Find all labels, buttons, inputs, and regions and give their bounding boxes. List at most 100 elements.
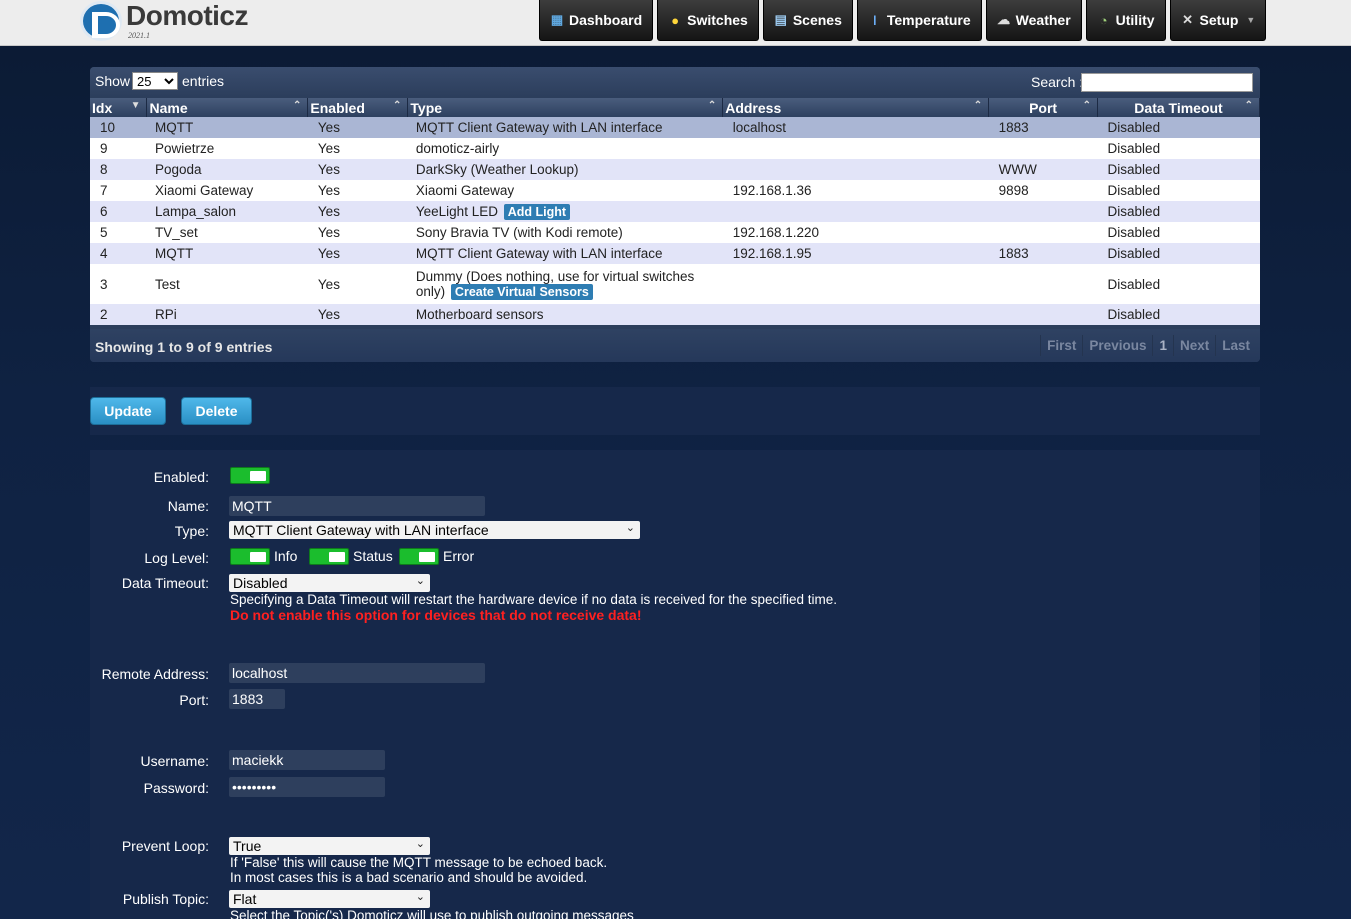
type-action-button[interactable]: Create Virtual Sensors [450, 283, 593, 300]
data-timeout-select[interactable]: Disabled ⌄ [229, 574, 430, 592]
nav-dashboard[interactable]: ▦ Dashboard [539, 0, 654, 41]
address-cell: 192.168.1.95 [722, 243, 989, 264]
nav-scenes[interactable]: ▤ Scenes [762, 0, 853, 41]
table-row[interactable]: 2 RPi Yes Motherboard sensors Disabled [90, 304, 1260, 325]
name-cell-text: RPi [154, 307, 177, 322]
nav-weather[interactable]: ☁ Weather [985, 0, 1082, 41]
page-number-button[interactable]: 1 [1152, 335, 1173, 356]
column-header-idx[interactable]: Idx ▼ [90, 98, 148, 117]
data-timeout-warning: Do not enable this option for devices th… [230, 607, 642, 623]
enabled-cell: Yes [307, 243, 408, 264]
nav-label: Scenes [792, 12, 842, 28]
search-input[interactable] [1081, 73, 1253, 92]
name-input[interactable] [229, 496, 485, 516]
address-cell-text: 192.168.1.36 [732, 183, 812, 198]
idx-cell-text: 7 [100, 183, 108, 198]
log-info-toggle[interactable] [230, 548, 270, 565]
table-row[interactable]: 3 Test Yes Dummy (Does nothing, use for vir… [90, 264, 1260, 304]
nav-label: Temperature [886, 12, 971, 28]
column-header-enabled[interactable]: Enabled ⌃ [307, 98, 409, 117]
sort-icon: ⌃ [707, 100, 717, 111]
port-cell: 1883 [988, 243, 1098, 264]
table-row[interactable]: 4 MQTT Yes MQTT Client Gateway with LAN int… [90, 243, 1260, 264]
table-header-row: Idx ▼ Name ⌃ Enabled ⌃ Type ⌃ Address ⌃ Port ⌃… [90, 98, 1260, 117]
nav-temperature[interactable]: ǀ Temperature [856, 0, 982, 41]
name-cell: TV_set [146, 222, 308, 243]
name-label: Name: [167, 498, 209, 514]
page-next-button[interactable]: Next [1172, 335, 1215, 356]
nav-label: Switches [687, 12, 748, 28]
name-cell: MQTT [146, 117, 308, 138]
enabled-cell-text: Yes [317, 120, 340, 135]
type-cell-text: MQTT Client Gateway with LAN interface [415, 246, 663, 261]
pagination: First Previous 1 Next Last [1040, 335, 1256, 356]
table-row[interactable]: 8 Pogoda Yes DarkSky (Weather Lookup) WWW Dis… [90, 159, 1260, 180]
data-timeout-cell: Disabled [1097, 159, 1260, 180]
type-action-button[interactable]: Add Light [503, 203, 571, 220]
enabled-toggle[interactable] [230, 467, 270, 484]
hardware-table: Idx ▼ Name ⌃ Enabled ⌃ Type ⌃ Address ⌃ Port ⌃… [90, 98, 1260, 325]
nav-setup[interactable]: ✕ Setup ▼ [1169, 0, 1267, 41]
remote-address-input[interactable] [229, 663, 485, 683]
sort-icon: ⌃ [973, 100, 983, 111]
data-timeout-cell-text: Disabled [1107, 204, 1161, 219]
column-header-name[interactable]: Name ⌃ [146, 98, 309, 117]
data-timeout-value: Disabled [233, 575, 288, 591]
idx-cell: 10 [90, 117, 147, 138]
page-previous-button[interactable]: Previous [1082, 335, 1152, 356]
delete-button[interactable]: Delete [181, 397, 252, 425]
port-cell-text: 9898 [998, 183, 1029, 198]
address-cell-text: 192.168.1.95 [732, 246, 812, 261]
entries-per-page-select[interactable]: 25 [132, 72, 178, 90]
brand-name[interactable]: Domoticz [126, 0, 249, 32]
table-row[interactable]: 5 TV_set Yes Sony Bravia TV (with Kodi remo… [90, 222, 1260, 243]
enabled-cell: Yes [307, 180, 408, 201]
page-first-button[interactable]: First [1040, 335, 1082, 356]
nav-switches[interactable]: ● Switches [657, 0, 759, 41]
brand-version: 2021.1 [128, 31, 150, 40]
show-label: Show [95, 73, 131, 89]
column-header-type[interactable]: Type ⌃ [407, 98, 724, 117]
type-cell-text: DarkSky (Weather Lookup) [415, 162, 579, 177]
name-cell-text: Pogoda [154, 162, 202, 177]
enabled-cell: Yes [307, 304, 408, 325]
type-cell: DarkSky (Weather Lookup) [407, 159, 723, 180]
prevent-loop-label: Prevent Loop: [121, 838, 209, 854]
address-cell: localhost [722, 117, 989, 138]
nav-label: Weather [1015, 12, 1071, 28]
name-cell: Xiaomi Gateway [146, 180, 308, 201]
data-timeout-cell: Disabled [1097, 222, 1260, 243]
port-input[interactable] [229, 689, 285, 709]
sort-icon: ⌃ [393, 100, 402, 111]
column-header-data-timeout[interactable]: Data Timeout ⌃ [1097, 98, 1260, 117]
table-row[interactable]: 9 Powietrze Yes domoticz-airly Disabled [90, 138, 1260, 159]
nav-utility[interactable]: ◔ Utility [1085, 0, 1166, 41]
table-row[interactable]: 10 MQTT Yes MQTT Client Gateway with LAN in… [90, 117, 1260, 138]
log-status-toggle[interactable] [309, 548, 349, 565]
password-label: Password: [143, 780, 209, 796]
prevent-loop-select[interactable]: True ⌄ [229, 837, 430, 855]
enabled-cell: Yes [307, 117, 408, 138]
type-select-value: MQTT Client Gateway with LAN interface [233, 522, 489, 538]
idx-cell: 8 [90, 159, 147, 180]
password-input[interactable] [229, 777, 385, 797]
column-header-port[interactable]: Port ⌃ [988, 98, 1099, 117]
log-error-toggle[interactable] [399, 548, 439, 565]
enabled-cell: Yes [307, 264, 408, 304]
update-button[interactable]: Update [90, 397, 166, 425]
data-timeout-cell: Disabled [1097, 264, 1260, 304]
domoticz-logo-icon[interactable] [80, 1, 122, 41]
publish-topic-select[interactable]: Flat ⌄ [229, 890, 430, 908]
table-row[interactable]: 6 Lampa_salon Yes YeeLight LED Add Light Dis… [90, 201, 1260, 222]
type-select[interactable]: MQTT Client Gateway with LAN interface ⌄ [229, 521, 640, 539]
column-header-address[interactable]: Address ⌃ [722, 98, 990, 117]
enabled-cell-text: Yes [317, 162, 340, 177]
top-bar: Domoticz 2021.1 ▦ Dashboard ● Switches ▤… [0, 0, 1351, 46]
chevron-down-icon: ⌄ [415, 891, 425, 903]
username-input[interactable] [229, 750, 385, 770]
enabled-cell-text: Yes [317, 246, 340, 261]
name-cell: Lampa_salon [146, 201, 308, 222]
data-timeout-cell-text: Disabled [1107, 162, 1161, 177]
page-last-button[interactable]: Last [1215, 335, 1256, 356]
table-row[interactable]: 7 Xiaomi Gateway Yes Xiaomi Gateway 192.168.… [90, 180, 1260, 201]
